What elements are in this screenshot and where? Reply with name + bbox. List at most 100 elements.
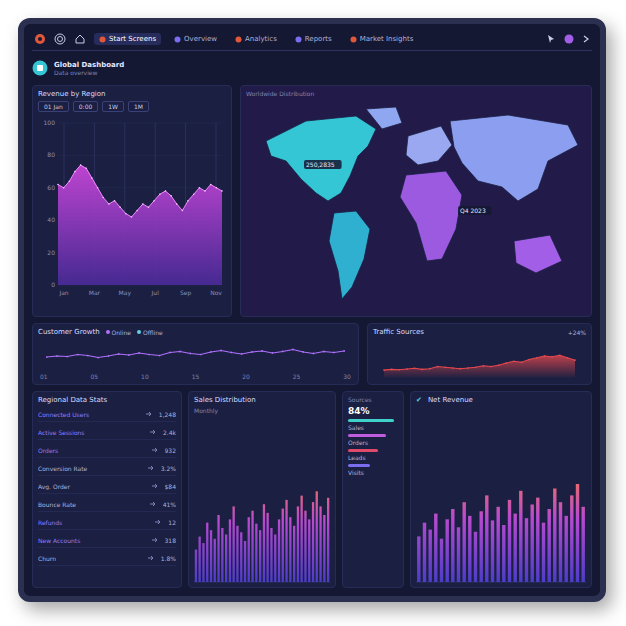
bar — [195, 550, 197, 582]
nav-item-icon — [235, 36, 242, 43]
bar — [485, 495, 488, 582]
bar — [248, 517, 250, 582]
data-point — [97, 187, 99, 189]
list-row[interactable]: Bounce Rate41% — [38, 497, 176, 512]
data-point — [231, 352, 233, 354]
profile-icon — [564, 34, 574, 44]
chart-control[interactable]: 1W — [102, 101, 124, 112]
nav-item-label: Market Insights — [360, 35, 414, 43]
row-arrow-icon — [154, 518, 162, 526]
area-fill — [58, 165, 222, 285]
traffic-chart-card: Traffic Sources+24% — [367, 323, 592, 385]
data-point — [136, 210, 138, 212]
row-arrow-icon — [151, 482, 159, 490]
data-point — [460, 368, 462, 370]
chart-control[interactable]: 1M — [128, 101, 149, 112]
data-point — [406, 368, 408, 370]
bar-chart-card: Sales DistributionMonthly — [188, 391, 336, 588]
data-point — [165, 190, 167, 192]
data-point — [559, 354, 561, 356]
nav-item[interactable]: Analytics — [230, 33, 282, 45]
bar — [293, 526, 295, 582]
line-fill — [384, 355, 575, 377]
data-point — [528, 359, 530, 361]
list-row[interactable]: Active Sessions2.4k — [38, 425, 176, 440]
row-label: Avg. Order — [38, 483, 147, 490]
legend-label: Leads — [348, 454, 398, 461]
list-row[interactable]: Orders932 — [38, 443, 176, 458]
nav-item[interactable]: Reports — [290, 33, 337, 45]
axis-label: 20 — [47, 249, 55, 256]
bar — [214, 539, 216, 582]
list-row[interactable]: Avg. Order$84 — [38, 479, 176, 494]
row-arrow-icon — [147, 464, 155, 472]
row-value: 1.8% — [161, 555, 176, 562]
map-region — [400, 171, 462, 261]
list-row[interactable]: Conversion Rate3.2% — [38, 461, 176, 476]
nav-item[interactable]: Market Insights — [345, 33, 419, 45]
data-point — [125, 213, 127, 215]
data-point — [176, 203, 178, 205]
data-point — [220, 350, 222, 352]
legend-label: Visits — [348, 469, 398, 476]
axis-label: 05 — [91, 373, 99, 380]
nav-item[interactable]: Start Screens — [94, 33, 161, 45]
chart-controls: 01 Jan 0:00 1W 1M — [38, 101, 226, 112]
legend-label: Sales — [348, 424, 398, 431]
series-line — [384, 355, 575, 370]
legend-entry: Sales — [348, 419, 398, 431]
data-point — [69, 181, 71, 183]
data-point — [91, 177, 93, 179]
list-row[interactable]: Connected Users1,248 — [38, 407, 176, 422]
axis-label: 15 — [192, 373, 200, 380]
chart-control[interactable]: 01 Jan — [38, 101, 69, 112]
list-row[interactable]: Churn1.8% — [38, 551, 176, 566]
data-point — [241, 353, 243, 355]
chart-control[interactable]: 0:00 — [73, 101, 98, 112]
chart-area — [194, 471, 330, 583]
line-chart — [38, 339, 353, 370]
data-point — [159, 193, 161, 195]
bar — [221, 528, 223, 582]
legend-dot — [137, 330, 141, 334]
data-point — [429, 368, 431, 370]
bar — [480, 511, 483, 582]
legend-label: Offline — [143, 329, 163, 336]
bar — [440, 539, 443, 582]
cursor-icon — [546, 34, 556, 44]
chart-reading: +24% — [568, 329, 586, 336]
data-point — [190, 353, 192, 355]
top-row: Revenue by Region01 Jan0:001W1M100806040… — [32, 85, 592, 317]
bar — [565, 516, 568, 582]
data-point — [444, 366, 446, 368]
data-point — [118, 353, 120, 355]
bar — [206, 523, 208, 582]
list-row[interactable]: New Accounts318 — [38, 533, 176, 548]
axis-label: Sep — [180, 289, 192, 297]
legend-bar — [348, 434, 386, 437]
data-point — [323, 351, 325, 353]
data-point — [482, 365, 484, 367]
data-point — [282, 351, 284, 353]
data-point — [391, 369, 393, 371]
nav-item[interactable]: Overview — [169, 33, 222, 45]
data-point — [210, 184, 212, 186]
data-point — [567, 357, 569, 359]
line-chart-card: Customer GrowthOnlineOffline010510152025… — [32, 323, 359, 385]
data-point — [200, 354, 202, 356]
header-text: Global DashboardData overview — [54, 61, 124, 76]
data-point — [475, 366, 477, 368]
spiral-icon — [54, 33, 66, 45]
list-row[interactable]: Refunds12 — [38, 515, 176, 530]
nav-item-label: Analytics — [245, 35, 277, 43]
legend-bar — [348, 419, 394, 422]
legend-entry: Orders — [348, 434, 398, 446]
bar — [289, 517, 291, 582]
data-point — [521, 361, 523, 363]
map-title: Worldwide Distribution — [246, 90, 586, 97]
data-point — [302, 351, 304, 353]
nav-item-icon — [99, 36, 106, 43]
bar — [576, 484, 579, 582]
row-label: Bounce Rate — [38, 501, 145, 508]
data-point — [97, 357, 99, 359]
